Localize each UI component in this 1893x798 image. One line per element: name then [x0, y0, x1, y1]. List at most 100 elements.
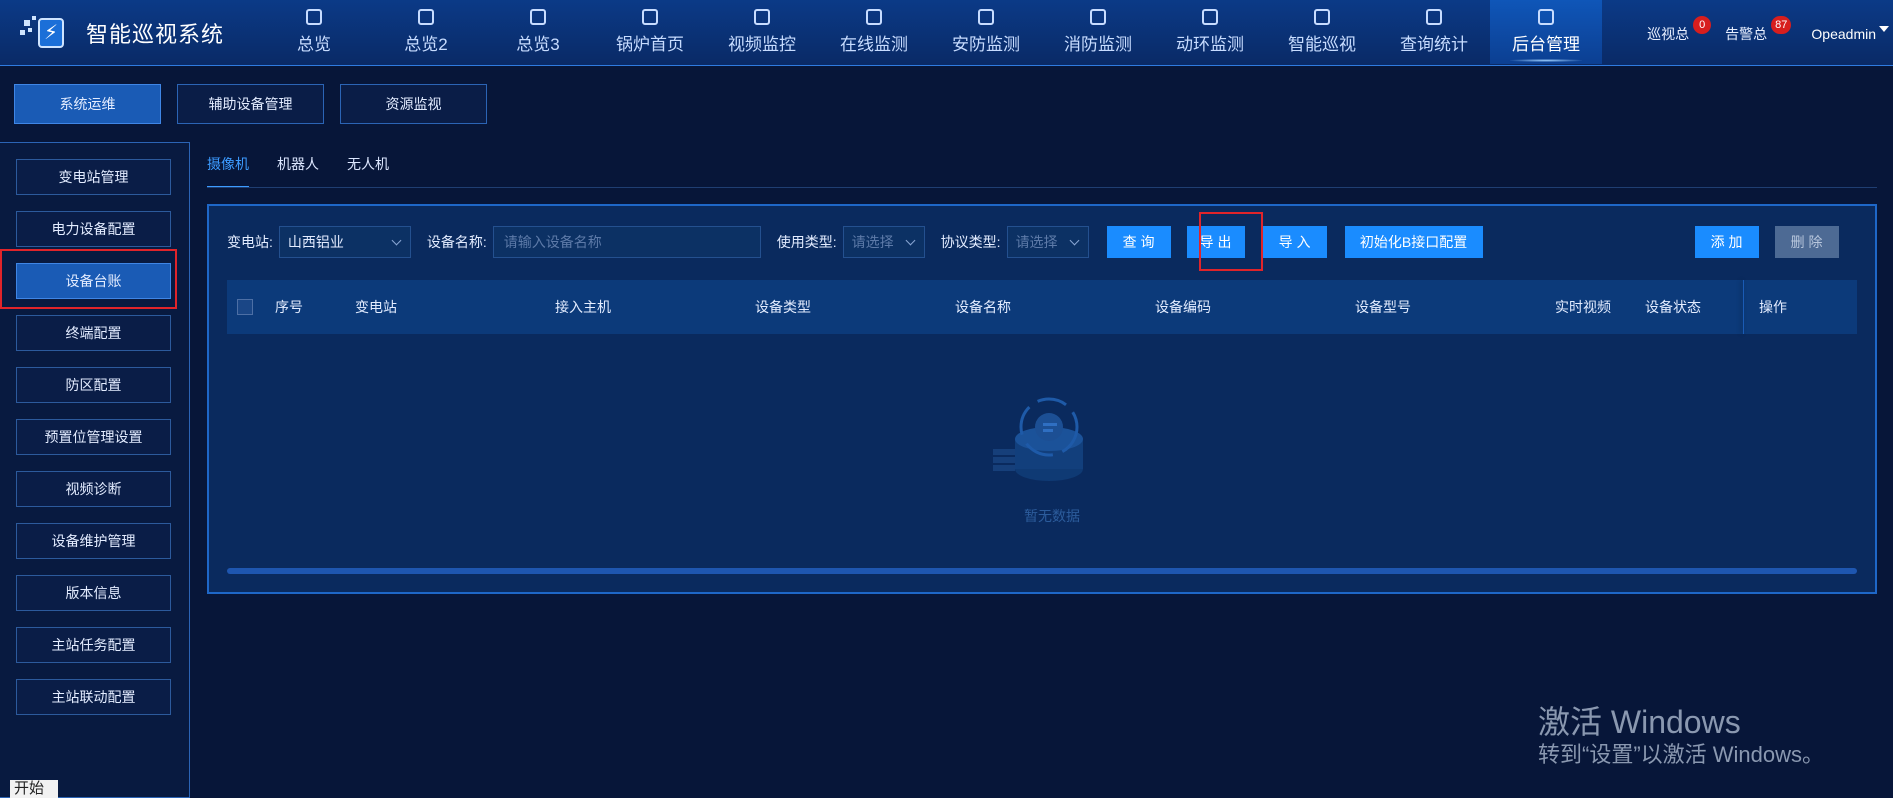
col-substation: 变电站 — [355, 299, 397, 315]
nav-label: 安防监测 — [952, 35, 1020, 54]
sidebar-item-preset[interactable]: 预置位管理设置 — [16, 419, 171, 455]
col-live-video: 实时视频 — [1555, 299, 1611, 315]
tabs-divider — [207, 187, 1877, 188]
col-device-name: 设备名称 — [955, 299, 1011, 315]
device-ledger-highlight-box — [0, 249, 177, 309]
tab-camera[interactable]: 摄像机 — [207, 154, 249, 188]
col-device-type: 设备类型 — [755, 299, 811, 315]
brand: ⚡ 智能巡视系统 — [20, 12, 224, 54]
nav-label: 在线监测 — [840, 35, 908, 54]
empty-data-text: 暂无数据 — [1024, 508, 1080, 524]
protocol-label: 协议类型: — [940, 234, 1001, 250]
sidebar-item-maintenance[interactable]: 设备维护管理 — [16, 523, 171, 559]
device-name-input[interactable]: 请输入设备名称 — [492, 226, 761, 258]
col-index: 序号 — [275, 299, 303, 315]
init-b-interface-button[interactable]: 初始化B接口配置 — [1344, 226, 1483, 258]
sidebar-item-power-device[interactable]: 电力设备配置 — [16, 211, 171, 247]
username: Opeadmin — [1811, 26, 1876, 42]
admin-icon — [1538, 9, 1554, 25]
select-all-checkbox[interactable] — [237, 299, 253, 315]
patrol-total[interactable]: 巡视总 0 — [1647, 16, 1712, 44]
use-type-select[interactable]: 请选择 — [842, 226, 925, 258]
tab-drone[interactable]: 无人机 — [347, 154, 389, 188]
col-operation: 操作 — [1759, 299, 1787, 315]
station-label: 变电站: — [227, 234, 273, 250]
nav-label: 后台管理 — [1512, 35, 1580, 54]
query-icon — [1426, 9, 1442, 25]
nav-label: 锅炉首页 — [616, 35, 684, 54]
app-title: 智能巡视系统 — [86, 22, 225, 47]
tab-resource-monitor[interactable]: 资源监视 — [340, 84, 487, 124]
nav-item-admin[interactable]: 后台管理 — [1490, 0, 1602, 64]
home-icon — [306, 9, 322, 25]
sidebar-item-master-task[interactable]: 主站任务配置 — [16, 627, 171, 663]
protocol-select[interactable]: 请选择 — [1006, 226, 1089, 258]
chevron-down-icon — [1069, 235, 1080, 246]
section-tabs: 系统运维 辅助设备管理 资源监视 — [14, 84, 503, 124]
nav-item-environment[interactable]: 动环监测 — [1154, 0, 1266, 64]
security-icon — [978, 9, 994, 25]
nav-item-overview2[interactable]: 总览2 — [370, 0, 482, 64]
nav-item-overview[interactable]: 总览 — [258, 0, 370, 64]
station-value: 山西铝业 — [287, 234, 344, 250]
nav-item-patrol[interactable]: 智能巡视 — [1266, 0, 1378, 64]
device-panel: 变电站: 山西铝业 设备名称: 请输入设备名称 使用类型: 请选择 协议类型: … — [207, 204, 1877, 594]
col-host: 接入主机 — [555, 299, 611, 315]
windows-activation-hint: 转到“设置”以激活 Windows。 — [1538, 742, 1825, 767]
sidebar-item-substation[interactable]: 变电站管理 — [16, 159, 171, 195]
nav-item-video[interactable]: 视频监控 — [706, 0, 818, 64]
start-button[interactable]: 开始 — [10, 780, 58, 798]
export-highlight-box — [1199, 212, 1263, 271]
sidebar-item-version[interactable]: 版本信息 — [16, 575, 171, 611]
chevron-down-icon — [905, 235, 916, 246]
boiler-icon — [642, 9, 658, 25]
use-type-placeholder: 请选择 — [851, 234, 894, 250]
user-menu[interactable]: Opeadmin — [1805, 26, 1889, 42]
query-button[interactable]: 查 询 — [1106, 226, 1171, 258]
nav-item-fire[interactable]: 消防监测 — [1042, 0, 1154, 64]
sidebar-item-video-diagnosis[interactable]: 视频诊断 — [16, 471, 171, 507]
tab-system-ops[interactable]: 系统运维 — [14, 84, 161, 124]
delete-button[interactable]: 删 除 — [1774, 226, 1839, 258]
book-icon — [530, 9, 546, 25]
col-device-code: 设备编码 — [1155, 299, 1211, 315]
patrol-count-badge: 0 — [1693, 16, 1712, 34]
nav-label: 动环监测 — [1176, 35, 1244, 54]
caret-down-icon — [1879, 26, 1889, 32]
main-nav: 总览 总览2 总览3 锅炉首页 视频监控 在线监测 安防监测 消防监测 动环监测… — [258, 0, 1602, 64]
environment-icon — [1202, 9, 1218, 25]
device-type-tabs: 摄像机 机器人 无人机 — [207, 154, 417, 188]
sidebar-item-zone[interactable]: 防区配置 — [16, 367, 171, 403]
horizontal-scrollbar[interactable] — [227, 568, 1857, 574]
sidebar: 变电站管理 电力设备配置 设备台账 终端配置 防区配置 预置位管理设置 视频诊断… — [0, 142, 190, 798]
nav-label: 智能巡视 — [1288, 35, 1356, 54]
nav-item-boiler[interactable]: 锅炉首页 — [594, 0, 706, 64]
lightning-logo-icon: ⚡ — [20, 14, 70, 52]
operation-column-divider — [1743, 280, 1744, 334]
nav-label: 查询统计 — [1400, 35, 1468, 54]
nav-label: 总览3 — [516, 35, 560, 54]
sidebar-item-terminal[interactable]: 终端配置 — [16, 315, 171, 351]
nav-item-overview3[interactable]: 总览3 — [482, 0, 594, 64]
video-icon — [754, 9, 770, 25]
station-select[interactable]: 山西铝业 — [278, 226, 411, 258]
nav-item-query[interactable]: 查询统计 — [1378, 0, 1490, 64]
alarm-total[interactable]: 告警总 87 — [1725, 16, 1792, 44]
sidebar-item-master-linkage[interactable]: 主站联动配置 — [16, 679, 171, 715]
nav-label: 总览2 — [404, 35, 448, 54]
tab-robot[interactable]: 机器人 — [277, 154, 319, 188]
tab-aux-device[interactable]: 辅助设备管理 — [177, 84, 324, 124]
nav-item-online-monitor[interactable]: 在线监测 — [818, 0, 930, 64]
use-type-label: 使用类型: — [776, 234, 837, 250]
nav-label: 视频监控 — [728, 35, 796, 54]
nav-label: 消防监测 — [1064, 35, 1132, 54]
import-button[interactable]: 导 入 — [1262, 226, 1327, 258]
nav-item-security[interactable]: 安防监测 — [930, 0, 1042, 64]
device-name-label: 设备名称: — [426, 234, 487, 250]
alarm-total-label: 告警总 — [1725, 26, 1768, 42]
patrol-icon — [1314, 9, 1330, 25]
nav-label: 总览 — [297, 35, 331, 54]
col-device-model: 设备型号 — [1355, 299, 1411, 315]
table-header: 序号 变电站 接入主机 设备类型 设备名称 设备编码 设备型号 实时视频 设备状… — [227, 280, 1857, 334]
add-button[interactable]: 添 加 — [1694, 226, 1759, 258]
